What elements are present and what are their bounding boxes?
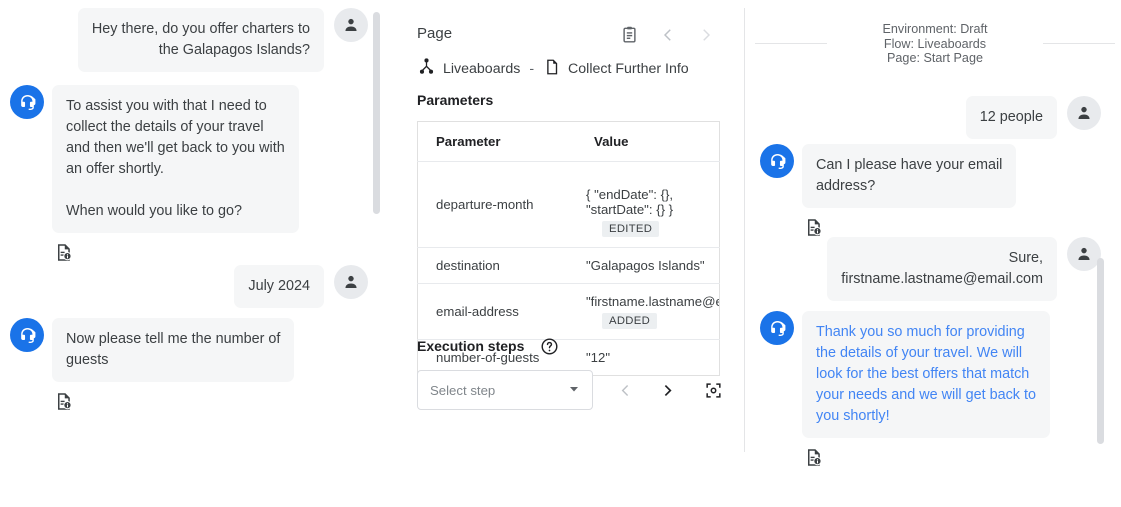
avatar — [10, 318, 44, 352]
list-item: Can I please have your email address? — [760, 144, 1101, 242]
clipboard-icon-glyph — [620, 25, 639, 44]
cell-value-text: { "endDate": {}, "startDate": {} } — [586, 187, 673, 217]
parameters-label: Parameters — [417, 92, 493, 108]
execution-steps-controls: Select step — [417, 370, 731, 410]
list-item: Sure, firstname.lastname@email.com — [745, 237, 1101, 301]
doc-info-icon[interactable] — [54, 243, 299, 267]
list-item: July 2024 — [0, 265, 368, 308]
inspector-header-actions — [620, 25, 715, 49]
list-item: 12 people — [745, 96, 1101, 139]
environment-banner: Environment: Draft Flow: Liveaboards Pag… — [755, 22, 1115, 64]
cell-parameter: destination — [418, 248, 577, 284]
avatar — [1067, 237, 1101, 271]
focus-step-button[interactable] — [695, 372, 731, 408]
user-message-bubble: Sure, firstname.lastname@email.com — [827, 237, 1057, 301]
select-step-dropdown[interactable]: Select step — [417, 370, 593, 410]
avatar — [760, 144, 794, 178]
status-badge: EDITED — [602, 221, 659, 237]
prev-step-button[interactable] — [607, 372, 643, 408]
table-row[interactable]: destination "Galapagos Islands" — [418, 248, 720, 284]
help-circle-icon-glyph — [540, 337, 559, 356]
chevron-left-icon[interactable] — [659, 26, 677, 49]
user-message-bubble: Hey there, do you offer charters to the … — [78, 8, 324, 72]
doc-info-icon[interactable] — [54, 392, 294, 416]
user-message-bubble: July 2024 — [234, 265, 324, 308]
breadcrumb-flow-label[interactable]: Liveaboards — [443, 61, 520, 77]
simulator-conversation-panel[interactable]: Hey there, do you offer charters to the … — [0, 0, 382, 507]
execution-steps-label: Execution steps — [417, 338, 524, 354]
doc-info-icon-glyph — [804, 448, 823, 467]
cell-value: "Galapagos Islands" — [576, 248, 720, 284]
cell-value-text: "firstname.lastname@ema — [586, 294, 720, 309]
chevron-down-icon — [568, 383, 580, 398]
chevron-left-icon-glyph — [659, 26, 677, 44]
column-header-value: Value — [576, 122, 720, 162]
agent-message-bubble: Thank you so much for providing the deta… — [802, 311, 1050, 438]
cell-value: "firstname.lastname@ema ADDED — [576, 284, 720, 340]
headset-icon — [18, 93, 37, 112]
person-icon — [1075, 104, 1093, 122]
chevron-right-icon-glyph — [697, 26, 715, 44]
list-item: Thank you so much for providing the deta… — [760, 311, 1101, 472]
headset-icon — [18, 326, 37, 345]
agent-message-bubble: To assist you with that I need to collec… — [52, 85, 299, 233]
user-message-bubble: 12 people — [966, 96, 1057, 139]
avatar — [760, 311, 794, 345]
chevron-right-icon[interactable] — [697, 26, 715, 49]
avatar — [1067, 96, 1101, 130]
breadcrumb: Liveaboards - Collect Further Info — [417, 57, 689, 80]
doc-info-icon-glyph — [54, 243, 73, 262]
page-inspector-panel: Page Liveaboa — [400, 0, 745, 507]
agent-message-bubble: Now please tell me the number of guests — [52, 318, 294, 382]
agent-message-bubble: Can I please have your email address? — [802, 144, 1016, 208]
center-focus-icon — [704, 381, 723, 400]
avatar — [10, 85, 44, 119]
breadcrumb-separator: - — [529, 61, 534, 77]
agent-preview-panel[interactable]: Environment: Draft Flow: Liveaboards Pag… — [745, 0, 1121, 507]
status-badge: ADDED — [602, 313, 657, 329]
avatar — [334, 265, 368, 299]
account-tree-icon-glyph — [417, 57, 436, 76]
cell-value-text: "Galapagos Islands" — [586, 258, 705, 273]
headset-icon — [768, 319, 787, 338]
breadcrumb-page-label[interactable]: Collect Further Info — [568, 61, 689, 77]
clipboard-icon[interactable] — [620, 25, 639, 49]
cell-parameter: departure-month — [418, 162, 577, 248]
page-icon — [543, 58, 561, 80]
avatar — [334, 8, 368, 42]
table-header-row: Parameter Value — [418, 122, 720, 162]
doc-info-icon[interactable] — [804, 448, 1050, 472]
list-item: Hey there, do you offer charters to the … — [0, 8, 368, 72]
cell-value-text: "12" — [586, 350, 610, 365]
page-title: Page — [417, 25, 452, 42]
select-step-value: Select step — [430, 383, 495, 398]
table-row[interactable]: departure-month { "endDate": {}, "startD… — [418, 162, 720, 248]
column-header-parameter: Parameter — [418, 122, 577, 162]
execution-steps-section: Execution steps — [417, 337, 559, 359]
chevron-down-icon-glyph — [568, 383, 580, 395]
doc-info-icon-glyph — [804, 218, 823, 237]
list-item: Now please tell me the number of guests — [10, 318, 368, 416]
chevron-left-icon — [617, 382, 634, 399]
headset-icon — [768, 152, 787, 171]
cell-parameter: email-address — [418, 284, 577, 340]
banner-page: Page: Start Page — [835, 51, 1035, 66]
account-tree-icon — [417, 57, 436, 80]
page-icon-glyph — [543, 58, 561, 76]
cell-value: { "endDate": {}, "startDate": {} } EDITE… — [576, 162, 720, 248]
person-icon — [342, 273, 360, 291]
help-circle-icon[interactable] — [540, 343, 559, 359]
list-item: To assist you with that I need to collec… — [10, 85, 368, 267]
doc-info-icon-glyph — [54, 392, 73, 411]
scrollbar-right-conversation[interactable] — [1097, 258, 1104, 444]
next-step-button[interactable] — [649, 372, 685, 408]
banner-text: Environment: Draft Flow: Liveaboards Pag… — [827, 22, 1043, 66]
scrollbar-left-conversation[interactable] — [373, 12, 380, 214]
person-icon — [1075, 245, 1093, 263]
banner-flow: Flow: Liveaboards — [835, 37, 1035, 52]
table-row[interactable]: email-address "firstname.lastname@ema AD… — [418, 284, 720, 340]
person-icon — [342, 16, 360, 34]
banner-environment: Environment: Draft — [835, 22, 1035, 37]
chevron-right-icon — [659, 382, 676, 399]
